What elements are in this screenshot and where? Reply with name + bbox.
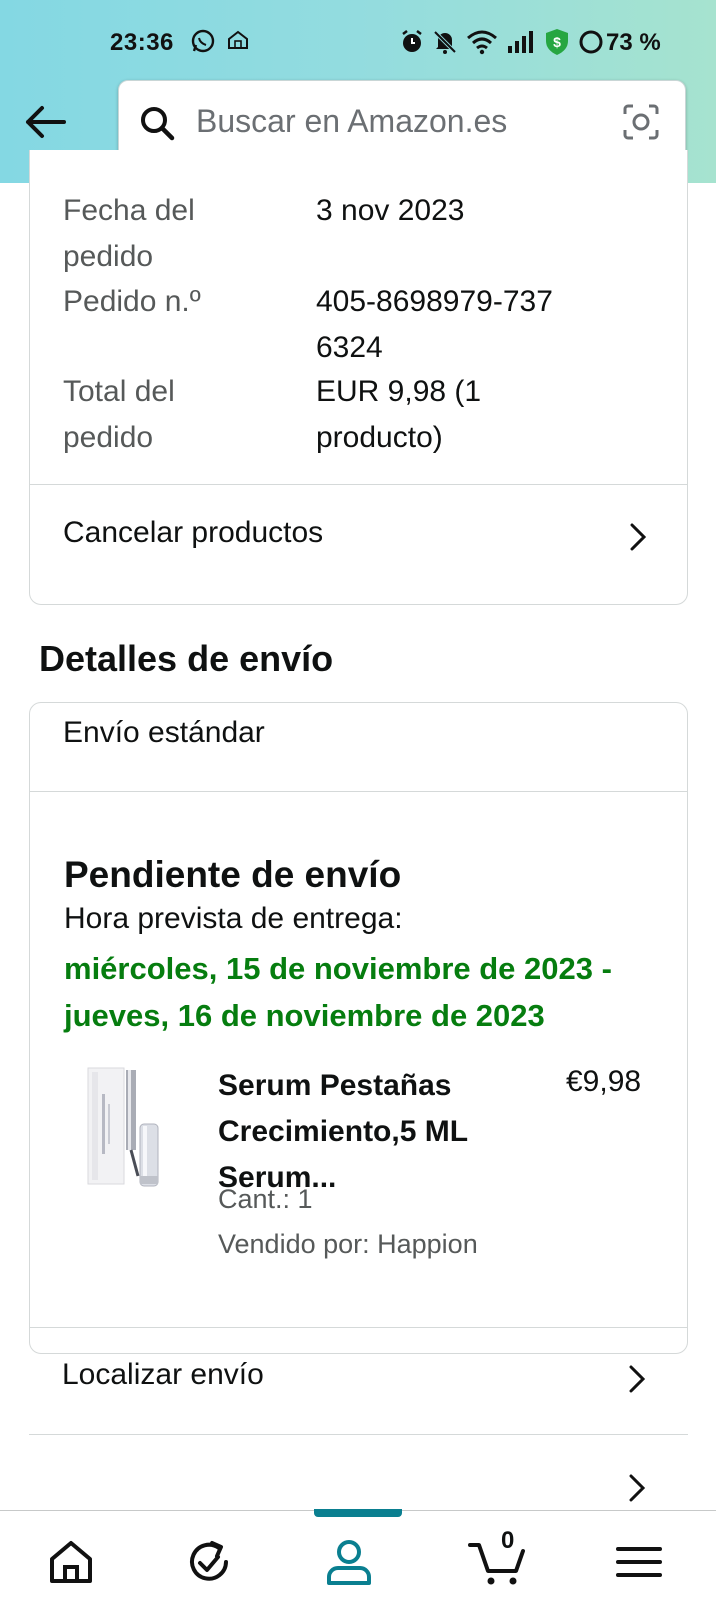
mute-bell-icon xyxy=(433,30,457,54)
order-number-label: Pedido n.º xyxy=(63,285,201,318)
active-tab-indicator xyxy=(314,1509,402,1517)
shipment-status: Pendiente de envío xyxy=(64,854,402,895)
order-date-label: Fecha del pedido xyxy=(63,194,195,273)
search-icon xyxy=(141,107,175,141)
order-date-value: 3 nov 2023 xyxy=(316,194,465,227)
shipping-section-title: Detalles de envío xyxy=(39,638,334,679)
delivery-eta-dates: miércoles, 15 de noviembre de 2023 - jue… xyxy=(64,951,612,1033)
alarm-icon xyxy=(402,30,422,52)
shipping-method: Envío estándar xyxy=(63,716,265,749)
track-shipment-link[interactable]: Localizar envío xyxy=(62,1358,264,1392)
cart-icon[interactable] xyxy=(468,1537,528,1587)
signal-icon xyxy=(508,31,533,53)
product-seller: Vendido por: Happion xyxy=(218,1229,478,1259)
home-status-icon xyxy=(228,30,248,49)
track-shipment-row[interactable]: Localizar envío xyxy=(29,1327,688,1434)
battery-ring-icon xyxy=(579,30,603,54)
reorder-icon[interactable] xyxy=(182,1537,236,1587)
chevron-right-icon xyxy=(629,1474,646,1502)
camera-scan-icon[interactable] xyxy=(622,103,660,141)
back-arrow-icon[interactable] xyxy=(22,102,68,142)
whatsapp-icon xyxy=(191,29,215,53)
product-quantity: Cant.: 1 xyxy=(218,1184,313,1214)
cancel-products-link[interactable]: Cancelar productos xyxy=(63,516,323,550)
battery-percent: 73 % xyxy=(606,29,661,56)
order-total-value: EUR 9,98 (1 producto) xyxy=(316,375,482,454)
search-placeholder: Buscar en Amazon.es xyxy=(196,103,508,139)
product-title-link[interactable]: Serum Pestañas Crecimiento,5 ML Serum... xyxy=(218,1063,538,1201)
svg-text:$: $ xyxy=(553,34,561,50)
product-price: €9,98 xyxy=(566,1065,642,1098)
order-total-label: Total del pedido xyxy=(63,375,175,454)
wifi-icon xyxy=(467,30,497,55)
delivery-eta-label: Hora prevista de entrega: xyxy=(64,902,403,935)
next-link-row[interactable] xyxy=(29,1434,688,1510)
status-time: 23:36 xyxy=(110,29,174,56)
home-icon[interactable] xyxy=(44,1537,98,1587)
divider xyxy=(30,791,687,792)
chevron-right-icon xyxy=(629,1365,646,1393)
cancel-products-row[interactable]: Cancelar productos xyxy=(30,485,687,593)
shield-dollar-icon: $ xyxy=(546,29,568,55)
status-bar: 23:36 $ 73 % xyxy=(0,24,716,60)
chevron-right-icon xyxy=(630,523,647,551)
menu-icon[interactable] xyxy=(612,1537,666,1587)
cart-count-badge: 0 xyxy=(501,1527,515,1554)
product-image[interactable] xyxy=(86,1064,172,1190)
order-number-value: 405-8698979-7376324 xyxy=(316,285,553,364)
account-icon[interactable] xyxy=(322,1537,376,1587)
